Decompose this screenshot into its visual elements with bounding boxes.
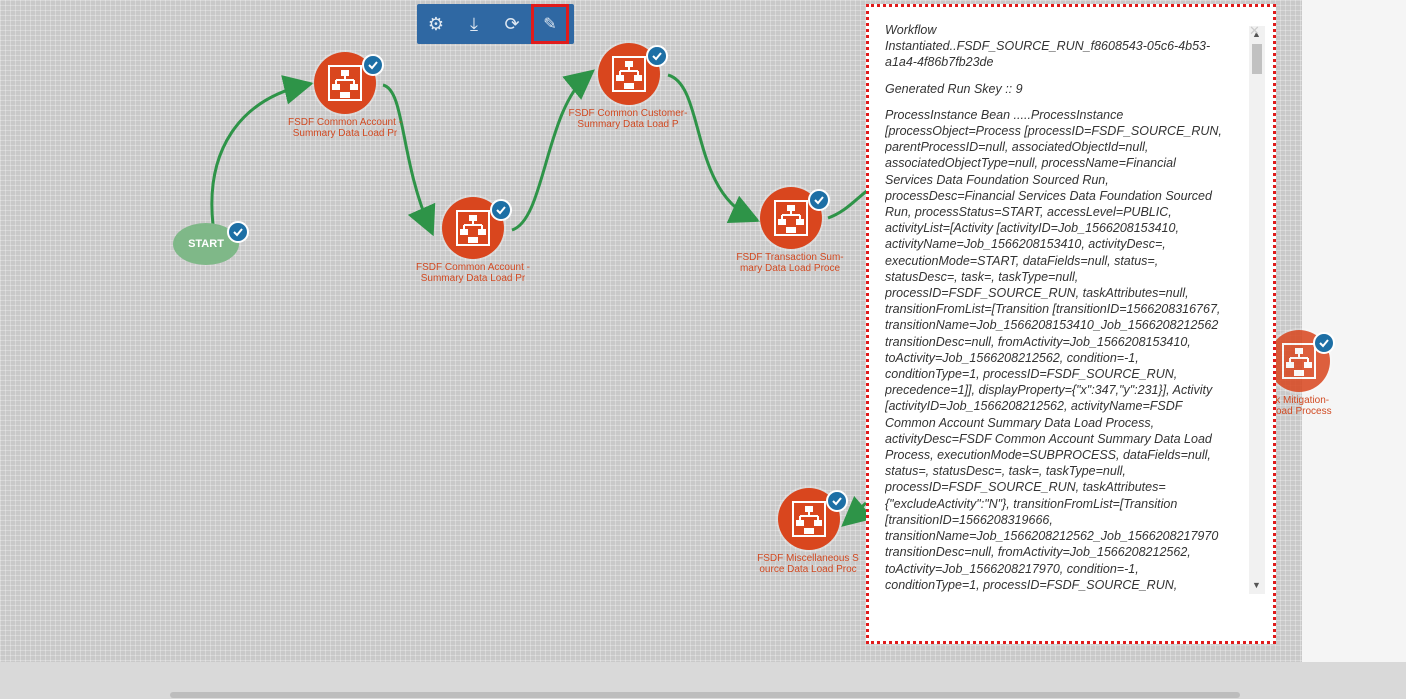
node-4-check-icon: [808, 189, 830, 211]
log-panel-body: Workflow Instantiated..FSDF_SOURCE_RUN_f…: [872, 10, 1270, 639]
node-3-label: FSDF Common Customer- Summary Data Load …: [568, 108, 688, 130]
edit-button[interactable]: ✎: [531, 4, 569, 44]
log-vertical-scrollbar[interactable]: ▲ ▼: [1249, 26, 1265, 594]
close-icon[interactable]: ✕: [1249, 23, 1260, 39]
edge-n4-out: [827, 188, 869, 220]
right-blank-area: [1302, 0, 1406, 662]
gear-icon: ⚙: [427, 13, 445, 34]
subprocess-icon: [456, 210, 490, 246]
workflow-toolbar: ⚙ ⤓ ⟳ ✎: [417, 4, 574, 44]
subprocess-icon: [792, 501, 826, 537]
node-6-label: isk Mitigation- oad Process: [1268, 395, 1332, 417]
download-button[interactable]: ⤓: [455, 4, 493, 44]
log-scroll-thumb[interactable]: [1252, 44, 1262, 74]
log-paragraph-run-skey: Generated Run Skey :: 9: [885, 81, 1023, 96]
subprocess-icon: [612, 56, 646, 92]
workflow-log-panel: Workflow Instantiated..FSDF_SOURCE_RUN_f…: [866, 4, 1276, 644]
node-2-check-icon: [490, 199, 512, 221]
refresh-icon: ⟳: [504, 13, 520, 34]
node-3-check-icon: [646, 45, 668, 67]
edit-icon: ✎: [543, 16, 557, 33]
node-1-label: FSDF Common Account - Summary Data Load …: [288, 117, 402, 139]
node-5-label: FSDF Miscellaneous S ource Data Load Pro…: [757, 553, 859, 575]
horizontal-scrollbar[interactable]: [170, 692, 1240, 698]
edge-in-to-n5: [841, 495, 874, 527]
node-2-label: FSDF Common Account - Summary Data Load …: [416, 262, 530, 284]
scroll-down-arrow-icon[interactable]: ▼: [1252, 580, 1261, 590]
refresh-button[interactable]: ⟳: [493, 4, 531, 44]
log-paragraph-workflow: Workflow Instantiated..FSDF_SOURCE_RUN_f…: [885, 23, 1211, 70]
subprocess-icon: [328, 65, 362, 101]
settings-button[interactable]: ⚙: [417, 4, 455, 44]
download-icon: ⤓: [470, 13, 478, 34]
subprocess-icon: [1282, 343, 1316, 379]
subprocess-icon: [774, 200, 808, 236]
node-1-check-icon: [362, 54, 384, 76]
edge-n1-to-n2: [382, 83, 436, 237]
node-4-label: FSDF Transaction Sum- mary Data Load Pro…: [736, 252, 844, 274]
start-status-check-icon: [227, 221, 249, 243]
log-text: Workflow Instantiated..FSDF_SOURCE_RUN_f…: [885, 22, 1249, 594]
node-6-check-icon: [1313, 332, 1335, 354]
start-node-label: START: [188, 238, 224, 250]
edge-n2-to-n3: [511, 69, 595, 232]
log-paragraph-process-instance: ProcessInstance Bean .....ProcessInstanc…: [885, 107, 1222, 592]
edge-start-to-n1: [210, 75, 314, 226]
node-5-check-icon: [826, 490, 848, 512]
edge-n3-to-n4: [667, 73, 761, 223]
